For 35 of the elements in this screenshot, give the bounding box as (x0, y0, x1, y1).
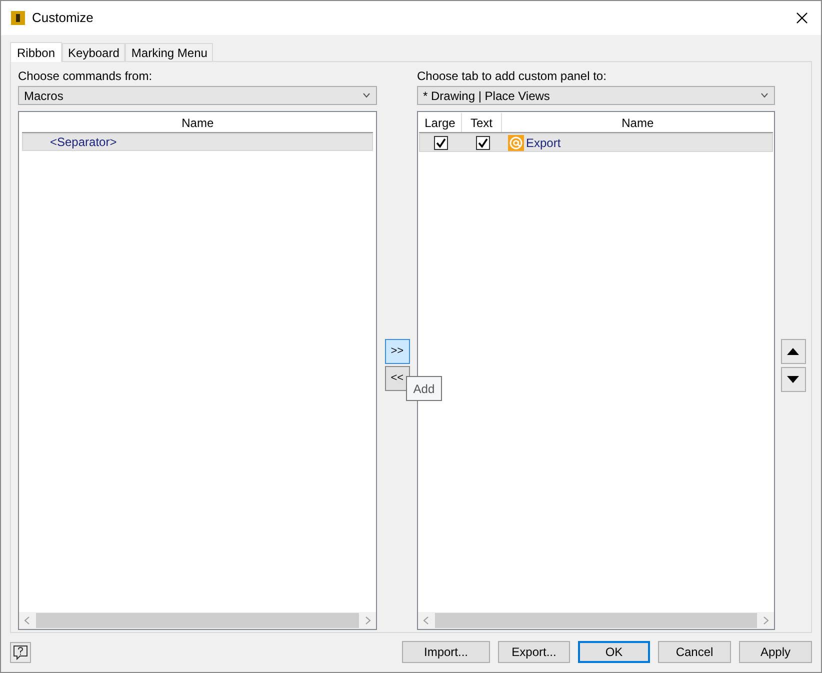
tooltip: Add (406, 376, 442, 401)
caret-icon (363, 93, 370, 98)
window-title: Customize (32, 9, 94, 28)
dialog-button[interactable]: Cancel (658, 641, 731, 663)
move-down-button[interactable] (780, 367, 806, 392)
dropdown[interactable]: Macros (18, 86, 378, 105)
dropdown[interactable]: * Drawing | Place Views (416, 86, 776, 105)
caret-icon (761, 93, 768, 98)
dialog-button[interactable]: Import... (402, 641, 490, 663)
transfer-button[interactable]: >> (384, 339, 410, 364)
field-label: Choose tab to add custom panel to: (416, 68, 608, 82)
list-row[interactable]: Export (418, 133, 774, 152)
dialog-button[interactable]: Apply (739, 641, 812, 663)
close-icon[interactable] (796, 12, 808, 24)
transfer-button[interactable]: << (384, 366, 410, 391)
checkbox[interactable] (476, 136, 490, 150)
tab[interactable]: Marking Menu (125, 43, 214, 61)
list-row[interactable]: <Separator> (22, 133, 374, 151)
field-label: Choose commands from: (18, 68, 154, 82)
dialog-button[interactable]: Export... (498, 641, 570, 663)
tab[interactable]: Keyboard (62, 43, 126, 61)
dialog-button[interactable]: OK (578, 641, 650, 663)
help-icon (13, 644, 28, 660)
horizontal-scrollbar[interactable] (418, 612, 774, 629)
down-triangle-icon (787, 376, 800, 383)
move-up-button[interactable] (780, 339, 806, 364)
tab[interactable]: Ribbon (10, 42, 62, 62)
checkbox[interactable] (434, 136, 448, 150)
scrollbar-thumb[interactable] (434, 613, 758, 628)
help-button[interactable] (10, 642, 31, 662)
up-triangle-icon (787, 348, 800, 355)
app-icon (10, 10, 26, 26)
at-sign-icon (508, 134, 524, 150)
scrollbar-thumb[interactable] (36, 613, 360, 628)
horizontal-scrollbar[interactable] (19, 612, 376, 629)
